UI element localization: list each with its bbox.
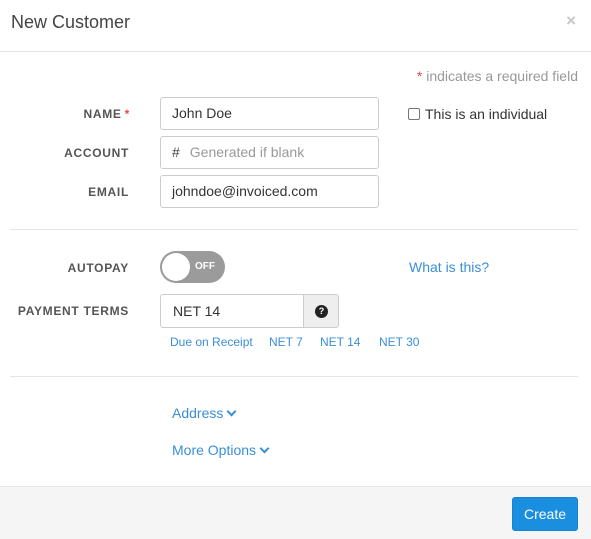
account-prefix: # [172, 144, 180, 160]
account-placeholder: Generated if blank [189, 144, 305, 160]
term-option-due-on-receipt[interactable]: Due on Receipt [170, 335, 253, 349]
name-required-star: * [124, 107, 130, 121]
required-field-note: * indicates a required field [417, 68, 578, 84]
toggle-state-text: OFF [195, 261, 215, 272]
new-customer-modal: New Customer × * indicates a required fi… [0, 0, 591, 539]
account-label: ACCOUNT [64, 146, 129, 160]
more-options-label: More Options [172, 442, 257, 458]
autopay-toggle[interactable]: OFF [160, 251, 225, 283]
chevron-down-icon [226, 406, 237, 417]
name-input[interactable]: John Doe [160, 97, 379, 130]
chevron-down-icon [259, 443, 270, 454]
autopay-label: AUTOPAY [67, 261, 129, 275]
divider-2 [10, 376, 578, 377]
required-star: * [416, 68, 423, 84]
modal-title: New Customer [11, 12, 131, 32]
payment-terms-label: PAYMENT TERMS [17, 304, 129, 318]
account-input[interactable]: # Generated if blank [160, 136, 379, 169]
payment-terms-input[interactable]: NET 14 [160, 294, 304, 328]
divider-1 [10, 229, 578, 230]
more-options-toggle[interactable]: More Options [172, 442, 270, 458]
close-icon[interactable]: × [566, 12, 576, 30]
address-section-toggle[interactable]: Address [172, 405, 237, 421]
term-option-net-7[interactable]: NET 7 [269, 335, 303, 349]
modal-footer: Create [0, 486, 591, 539]
name-label: NAME * [0, 107, 130, 121]
required-note-text: indicates a required field [426, 68, 578, 84]
create-button[interactable]: Create [512, 497, 578, 531]
email-label: EMAIL [88, 185, 129, 199]
modal-header: New Customer × [0, 0, 591, 52]
email-input[interactable]: johndoe@invoiced.com [160, 175, 379, 208]
payment-terms-help-button[interactable]: ? [303, 294, 339, 328]
individual-checkbox-label: This is an individual [425, 106, 548, 122]
question-icon: ? [315, 305, 328, 318]
address-label: Address [172, 405, 224, 421]
term-option-net-30[interactable]: NET 30 [379, 335, 419, 349]
individual-checkbox[interactable] [408, 108, 420, 120]
term-option-net-14[interactable]: NET 14 [320, 335, 360, 349]
name-label-text: NAME [83, 107, 122, 121]
individual-checkbox-wrap[interactable]: This is an individual [408, 106, 547, 122]
autopay-help-link[interactable]: What is this? [409, 259, 489, 275]
toggle-knob [162, 253, 190, 281]
